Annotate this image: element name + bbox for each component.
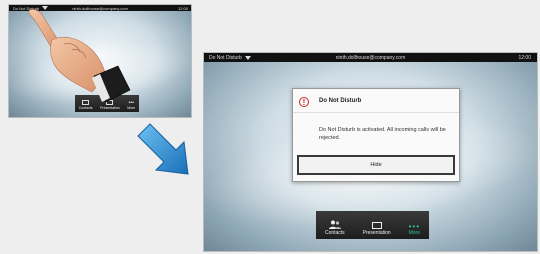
large-screen: Do Not Disturb ninth.dollhouse@company.c… bbox=[203, 52, 538, 252]
dnd-dialog: ! Do Not Disturb Do Not Disturb is activ… bbox=[292, 88, 460, 182]
hide-button[interactable]: Hide bbox=[297, 155, 455, 175]
toolbar-label: More bbox=[408, 230, 421, 236]
presentation-icon bbox=[371, 222, 382, 229]
status-address: ninth.dollhouse@company.com bbox=[335, 54, 406, 61]
status-time: 12:00 bbox=[177, 5, 188, 11]
arrow-icon bbox=[137, 123, 189, 175]
warning-icon: ! bbox=[299, 97, 309, 107]
dialog-message: Do Not Disturb is activated. All incomin… bbox=[319, 127, 446, 141]
toolbar-label: Presentation bbox=[362, 230, 391, 236]
toolbar-label: Contacts bbox=[324, 230, 345, 236]
toolbar-label: More bbox=[127, 106, 136, 110]
toolbar-item-more[interactable]: ••• More bbox=[408, 222, 421, 237]
toolbar-item-contacts[interactable]: Contacts bbox=[325, 220, 345, 236]
dialog-title: Do Not Disturb bbox=[319, 98, 362, 104]
dialog-divider bbox=[293, 112, 459, 113]
bottom-toolbar: Contacts Presentation ••• More bbox=[316, 211, 429, 239]
toolbar-label: Contacts bbox=[78, 106, 93, 110]
status-time: 12:00 bbox=[518, 54, 531, 61]
status-bar: Do Not Disturb ninth.dollhouse@company.c… bbox=[204, 53, 537, 62]
more-icon: ••• bbox=[408, 222, 421, 231]
toolbar-label: Presentation bbox=[100, 106, 120, 110]
pointing-hand-icon bbox=[28, 9, 131, 103]
contacts-icon bbox=[328, 220, 341, 229]
toolbar-item-presentation[interactable]: Presentation bbox=[363, 222, 391, 236]
